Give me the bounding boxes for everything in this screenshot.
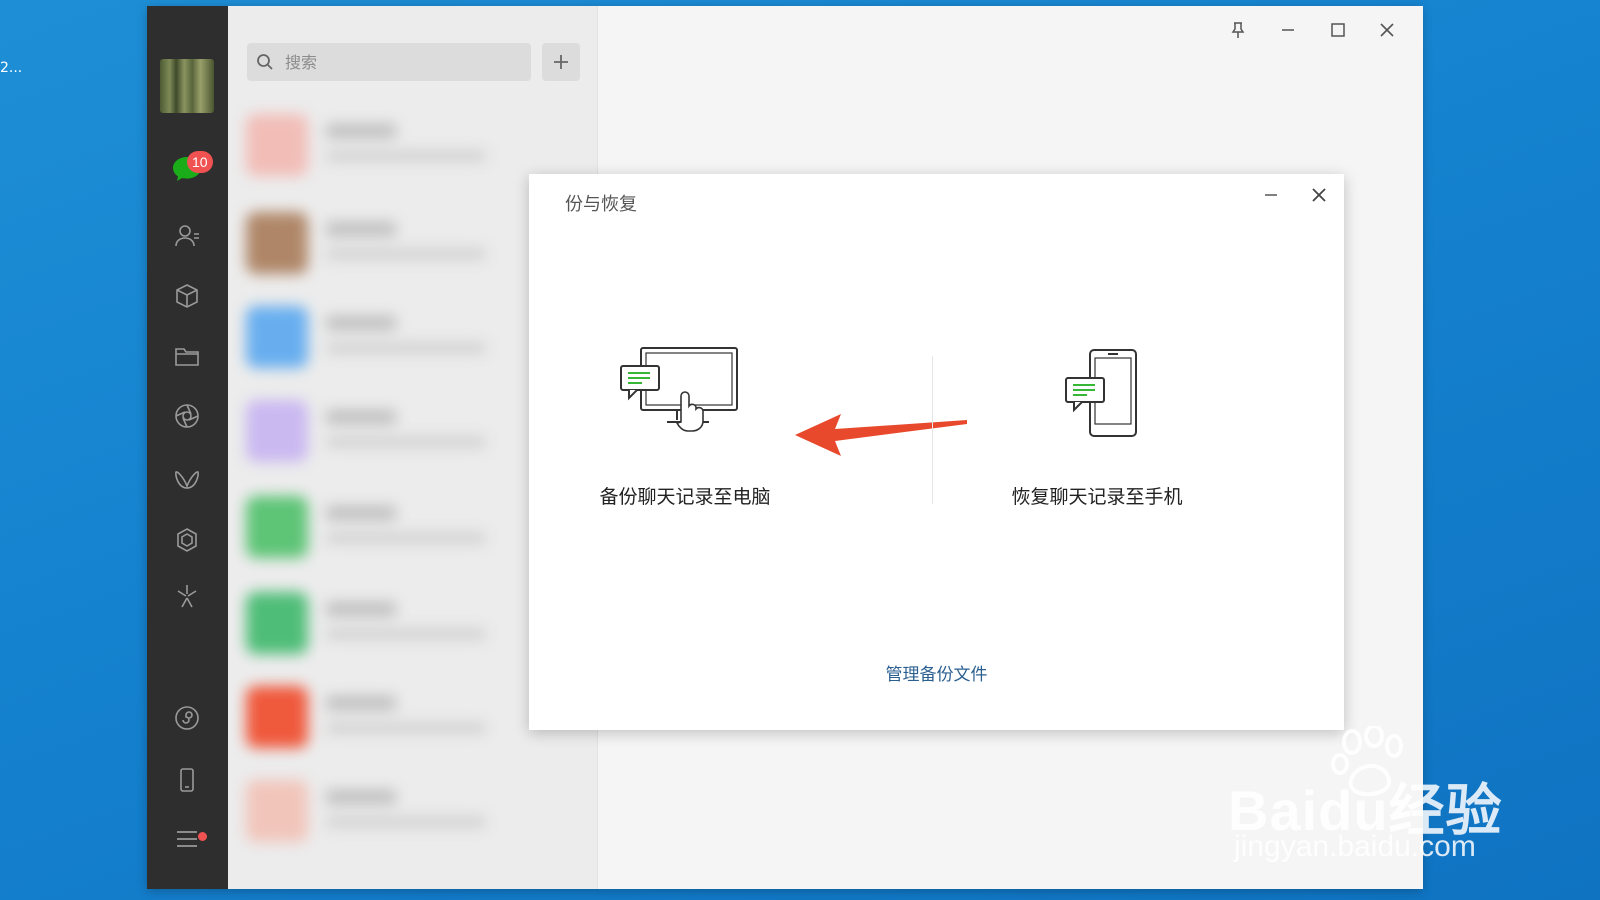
aperture-icon[interactable] <box>169 398 205 434</box>
watermark-url: jingyan.baidu.com <box>1234 830 1476 863</box>
minimize-icon[interactable] <box>1274 16 1302 44</box>
desktop-icon-label[interactable]: 2... <box>0 60 22 76</box>
list-item[interactable] <box>246 680 576 750</box>
phone-icon <box>1065 349 1137 437</box>
add-button[interactable] <box>542 43 580 81</box>
list-item[interactable] <box>246 490 576 560</box>
close-icon <box>1312 188 1326 202</box>
list-item[interactable] <box>246 394 576 464</box>
restore-option-label: 恢复聊天记录至手机 <box>1011 486 1183 508</box>
backup-option-label: 备份聊天记录至电脑 <box>599 486 771 508</box>
dialog-title: 份与恢复 <box>565 194 637 215</box>
option-divider <box>932 356 933 504</box>
list-item[interactable] <box>246 586 576 656</box>
list-item[interactable] <box>246 300 576 370</box>
search-icon <box>257 54 273 70</box>
arrow-left-icon <box>795 414 967 456</box>
plus-icon <box>554 55 568 69</box>
restore-to-phone-option[interactable]: 恢复聊天记录至手机 <box>967 344 1227 508</box>
hexagon-icon[interactable] <box>169 522 205 558</box>
manage-backup-files-link[interactable]: 管理备份文件 <box>529 660 1344 685</box>
baidu-jingyan-watermark: Baidu经验 jingyan.baidu.com <box>1228 726 1528 868</box>
contacts-icon[interactable] <box>169 218 205 254</box>
butterfly-icon[interactable] <box>169 462 205 498</box>
menu-notification-dot <box>198 832 207 841</box>
dialog-minimize-button[interactable] <box>1256 180 1286 210</box>
search-box[interactable] <box>247 43 531 81</box>
mini-program-icon[interactable] <box>169 700 205 736</box>
folder-icon[interactable] <box>169 338 205 374</box>
list-item[interactable] <box>246 206 576 276</box>
maximize-icon[interactable] <box>1324 16 1352 44</box>
computer-icon <box>620 347 738 432</box>
minimize-icon <box>1265 194 1277 196</box>
close-icon[interactable] <box>1373 16 1401 44</box>
left-nav: 10 <box>147 6 228 889</box>
pin-icon[interactable] <box>1224 16 1252 44</box>
list-item[interactable] <box>246 108 576 178</box>
search-input[interactable] <box>283 51 527 73</box>
sparkle-icon[interactable] <box>169 578 205 614</box>
backup-to-pc-option[interactable]: 备份聊天记录至电脑 <box>555 344 815 508</box>
phone-icon[interactable] <box>169 762 205 798</box>
backup-restore-dialog: 份与恢复 备份聊天记录至电脑 恢复聊天记录至手机 管理备份文件 <box>529 174 1344 730</box>
list-item[interactable] <box>246 774 576 844</box>
cube-icon[interactable] <box>169 278 205 314</box>
dialog-close-button[interactable] <box>1304 180 1334 210</box>
unread-badge: 10 <box>187 151 213 173</box>
avatar[interactable] <box>160 59 214 113</box>
